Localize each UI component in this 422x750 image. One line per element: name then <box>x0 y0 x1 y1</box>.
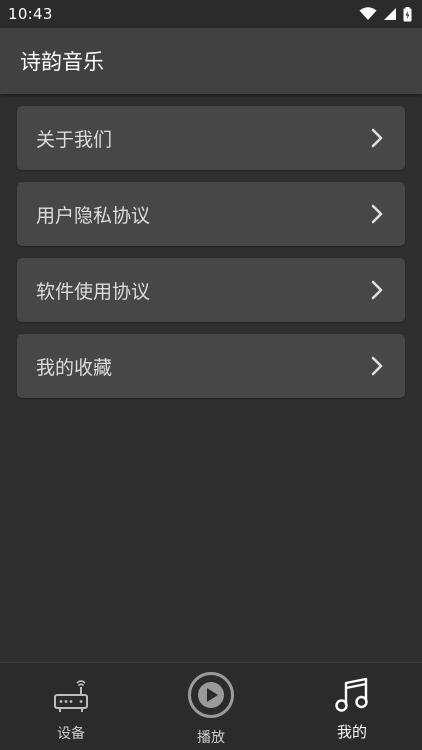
bottom-nav: 设备 播放 我的 <box>0 662 422 750</box>
chevron-right-icon <box>371 128 383 148</box>
status-time: 10:43 <box>8 5 53 23</box>
app-title: 诗韵音乐 <box>20 50 104 74</box>
nav-label-device: 设备 <box>57 726 85 742</box>
menu-item-label: 关于我们 <box>36 128 113 151</box>
menu-item-label: 软件使用协议 <box>36 280 151 303</box>
nav-item-device[interactable]: 设备 <box>50 677 92 743</box>
cell-signal-icon <box>383 7 397 21</box>
router-icon <box>53 677 89 719</box>
nav-item-play[interactable]: 播放 <box>186 671 236 747</box>
chevron-right-icon <box>371 280 383 300</box>
chevron-right-icon <box>371 204 383 224</box>
wifi-icon <box>359 7 377 21</box>
nav-item-mine[interactable]: 我的 <box>332 677 372 742</box>
play-circle-icon <box>187 671 235 723</box>
nav-label-mine: 我的 <box>336 723 367 741</box>
menu-item-privacy-policy[interactable]: 用户隐私协议 <box>17 182 405 246</box>
nav-label-play: 播放 <box>197 730 225 746</box>
chevron-right-icon <box>371 356 383 376</box>
app-bar: 诗韵音乐 <box>0 28 422 94</box>
battery-icon <box>403 6 412 22</box>
status-bar: 10:43 <box>0 0 422 28</box>
menu-item-my-favorites[interactable]: 我的收藏 <box>17 334 405 398</box>
menu-item-label: 我的收藏 <box>36 356 113 379</box>
menu-item-about-us[interactable]: 关于我们 <box>17 106 405 170</box>
menu-item-terms-of-use[interactable]: 软件使用协议 <box>17 258 405 322</box>
music-note-icon <box>335 677 369 717</box>
screen: 10:43 诗韵音乐 关于我们 用户隐私协议 软件使用协议 我的收藏 设备 播放… <box>0 0 422 750</box>
status-icons <box>359 6 412 22</box>
menu-item-label: 用户隐私协议 <box>36 204 151 227</box>
menu-list: 关于我们 用户隐私协议 软件使用协议 我的收藏 <box>17 106 405 410</box>
